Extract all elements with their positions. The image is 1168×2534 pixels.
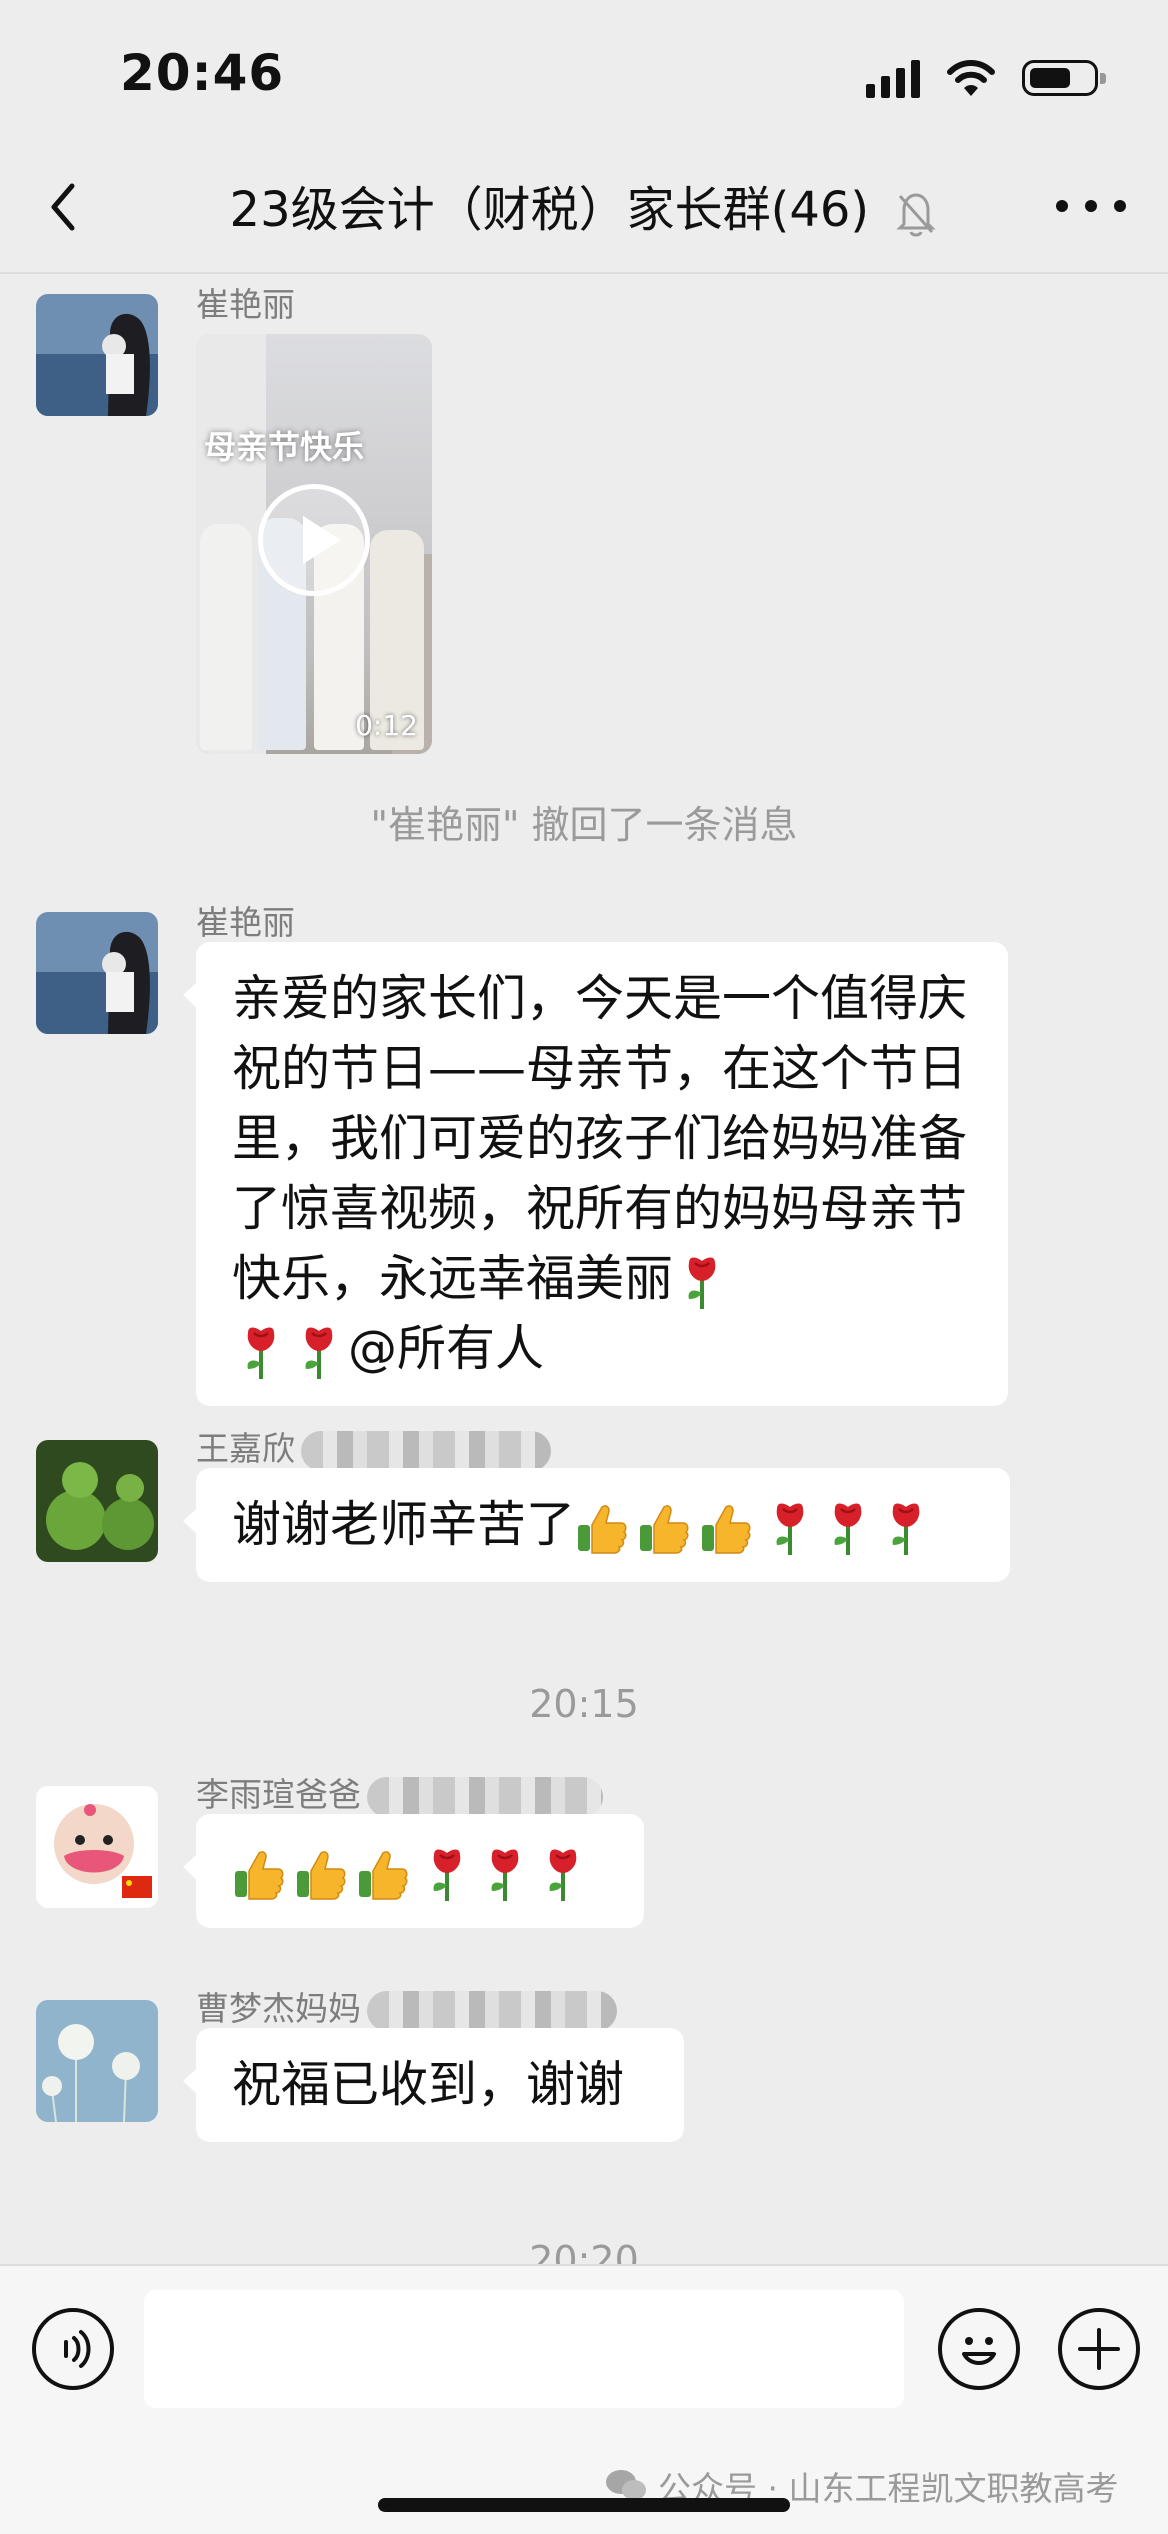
rose-emoji (296, 1323, 342, 1381)
message-text: 亲爱的家长们，今天是一个值得庆祝的节日——母亲节，在这个节日里，我们可爱的孩子们… (232, 970, 968, 1307)
video-caption: 母亲节快乐 (204, 428, 365, 466)
sender-name: 曹梦杰妈妈 (196, 1982, 617, 2031)
thumbs-up-emoji (356, 1847, 410, 1901)
sender-name: 王嘉欣 (196, 1422, 551, 1471)
sender-name: 崔艳丽 (196, 903, 295, 942)
status-time: 20:46 (120, 44, 285, 102)
home-indicator[interactable] (378, 2498, 790, 2512)
rose-emoji (482, 1845, 528, 1903)
thumbs-up-emoji (232, 1847, 286, 1901)
thumbs-up-emoji (699, 1501, 753, 1555)
recall-notice: "崔艳丽" 撤回了一条消息 (370, 803, 798, 847)
mention-all[interactable]: @所有人 (348, 1320, 544, 1377)
video-duration: 0:12 (355, 709, 418, 742)
video-thumbnail[interactable]: 母亲节快乐 0:12 (196, 334, 432, 754)
thumbs-up-emoji (637, 1501, 691, 1555)
cellular-signal-icon (866, 58, 920, 98)
avatar-li-yuxuan-father[interactable] (36, 1786, 158, 1908)
plus-button[interactable] (1058, 2308, 1140, 2390)
more-icon (1056, 200, 1068, 212)
redacted-blur (301, 1430, 551, 1471)
input-bar: 公众号 · 山东工程凯文职教高考 (0, 2264, 1168, 2534)
play-icon[interactable] (258, 484, 370, 596)
battery-icon (1022, 60, 1106, 96)
wifi-icon (947, 60, 995, 96)
thumbs-up-emoji (294, 1847, 348, 1901)
voice-icon (64, 2330, 91, 2368)
rose-emoji (238, 1323, 284, 1381)
sender-name: 李雨瑄爸爸 (196, 1768, 603, 1817)
rose-emoji (679, 1253, 725, 1311)
message-bubble[interactable] (183, 1814, 644, 1928)
more-button[interactable] (1056, 186, 1126, 226)
chat-area[interactable]: 崔艳丽 母亲节快乐 0:12 "崔艳丽" 撤回了一条消息 崔艳丽 亲爱的家长们，… (0, 274, 1168, 2264)
message-input[interactable] (144, 2290, 904, 2408)
message-bubble[interactable]: 亲爱的家长们，今天是一个值得庆祝的节日——母亲节，在这个节日里，我们可爱的孩子们… (183, 942, 1008, 1406)
chat-header: 23级会计（财税）家长群(46) (0, 150, 1168, 274)
rose-emoji (767, 1499, 813, 1557)
plus-icon (1078, 2328, 1120, 2370)
redacted-blur (367, 1776, 603, 1817)
rose-emoji (883, 1499, 929, 1557)
avatar-cui-yanli[interactable] (36, 912, 158, 1034)
message-text: 谢谢老师辛苦了 (232, 1496, 576, 1553)
emoji-icon (962, 2337, 996, 2365)
avatar-cao-mengjie-mother[interactable] (36, 2000, 158, 2122)
sender-name: 崔艳丽 (196, 285, 295, 324)
chat-title: 23级会计（财税）家长群(46) (229, 182, 870, 238)
chat-title-area: 23级会计（财税）家长群(46) (0, 178, 1168, 242)
mute-bell-icon (896, 193, 937, 237)
redacted-blur (367, 1990, 617, 2031)
rose-emoji (540, 1845, 586, 1903)
message-bubble[interactable]: 祝福已收到，谢谢 (183, 2028, 684, 2142)
message-text: 祝福已收到，谢谢 (232, 2056, 625, 2113)
timestamp: 20:20 (529, 2238, 639, 2264)
status-icons (866, 56, 1106, 100)
rose-emoji (825, 1499, 871, 1557)
message-bubble[interactable]: 谢谢老师辛苦了 (183, 1468, 1010, 1582)
rose-emoji (424, 1845, 470, 1903)
avatar-wang-jiaxin[interactable] (36, 1440, 158, 1562)
timestamp: 20:15 (529, 1682, 639, 1726)
avatar-cui-yanli[interactable] (36, 294, 158, 416)
emoji-button[interactable] (938, 2308, 1020, 2390)
status-bar: 20:46 (0, 0, 1168, 150)
voice-button[interactable] (32, 2308, 114, 2390)
thumbs-up-emoji (575, 1501, 629, 1555)
